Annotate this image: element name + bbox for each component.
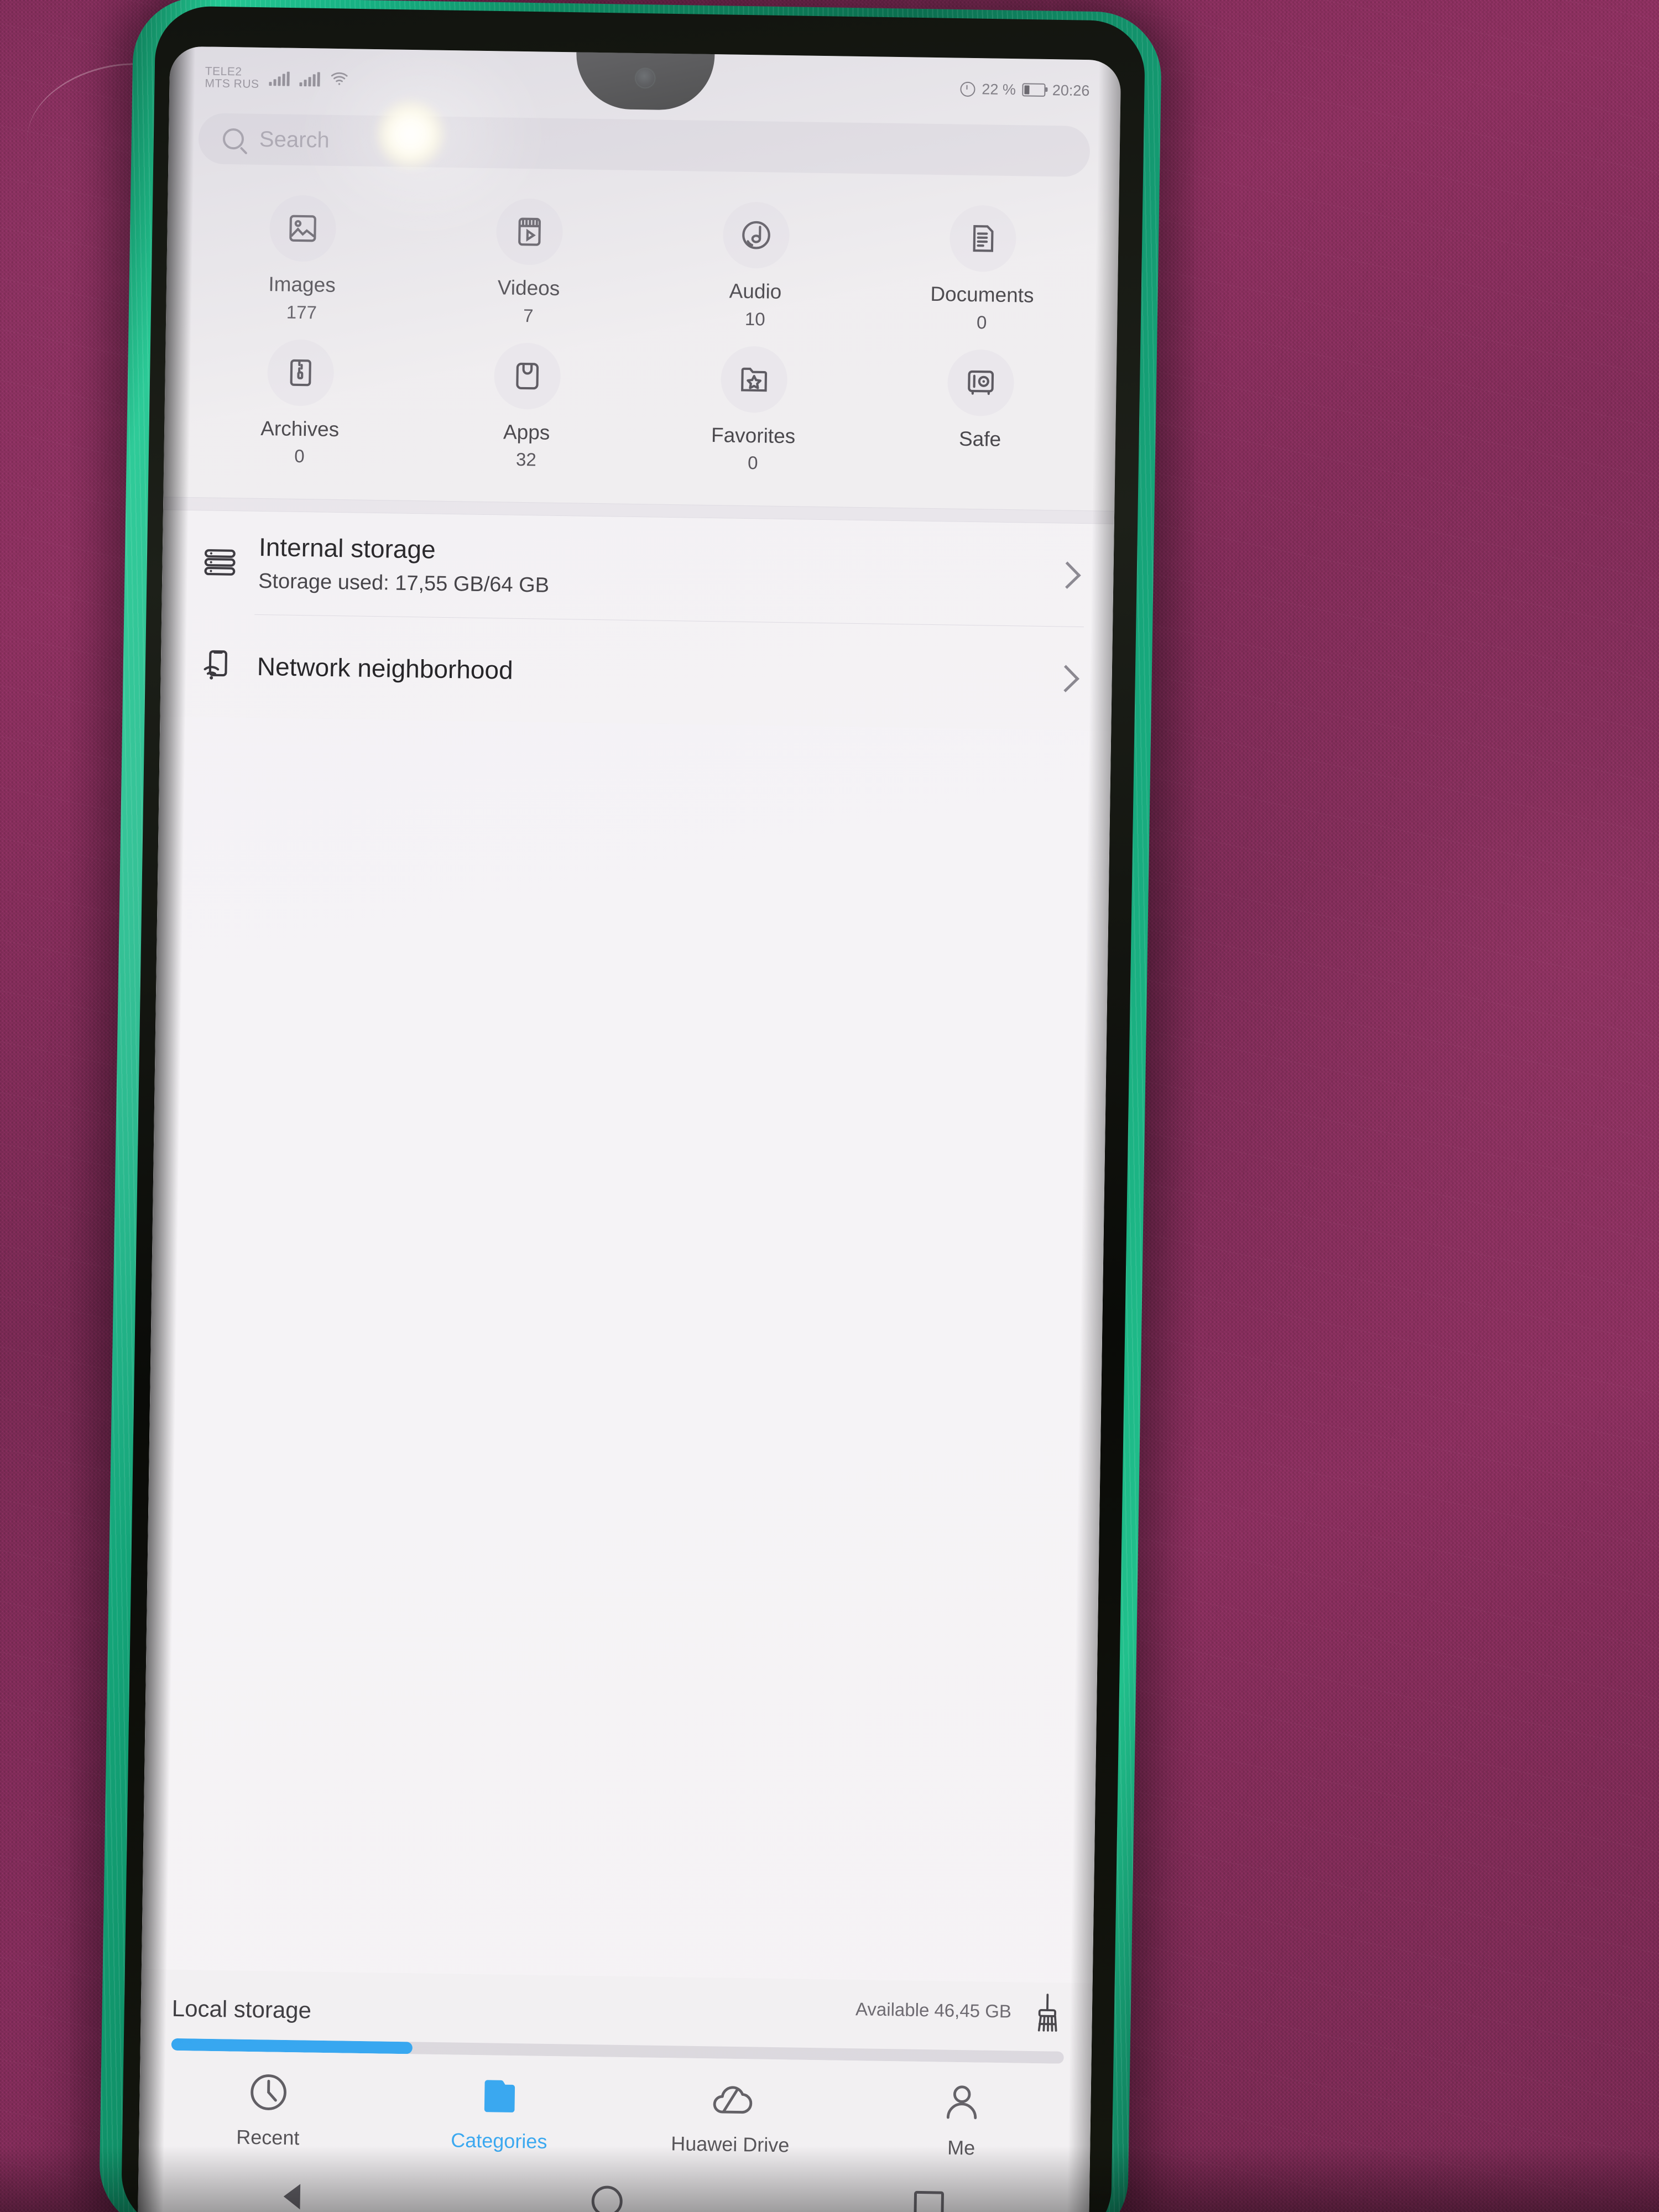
list-item-network-neighborhood[interactable]: Network neighborhood: [160, 614, 1113, 731]
storage-list: Internal storage Storage used: 17,55 GB/…: [160, 510, 1114, 731]
category-label: Images: [268, 273, 336, 296]
category-row-1: Images 177 Videos 7 Audio 10 Documents 0: [188, 194, 1097, 351]
status-bar-time: 20:26: [1052, 81, 1090, 99]
list-item-internal-storage[interactable]: Internal storage Storage used: 17,55 GB/…: [161, 510, 1114, 627]
category-apps[interactable]: Apps 32: [413, 341, 641, 489]
carrier-primary: TELE2: [205, 65, 242, 79]
battery-icon: [1022, 83, 1046, 97]
image-icon: [269, 195, 337, 262]
category-label: Videos: [497, 276, 560, 300]
category-audio[interactable]: Audio 10: [641, 200, 870, 348]
category-favorites[interactable]: Favorites 0: [639, 345, 868, 492]
empty-content-area: [141, 716, 1112, 1984]
home-circle-icon[interactable]: [591, 2185, 623, 2212]
category-count: 0: [294, 446, 305, 467]
category-row-2: Archives 0 Apps 32 Favorites 0 Safe: [186, 338, 1095, 495]
nav-tab-categories[interactable]: Categories: [383, 2073, 615, 2154]
list-item-text: Network neighborhood: [250, 652, 1056, 693]
broom-cleanup-icon[interactable]: [1030, 1992, 1065, 2035]
category-label: Archives: [260, 416, 340, 441]
search-icon: [222, 128, 244, 150]
bottom-navigation: Recent Categories Huawei Drive Me: [138, 2050, 1092, 2167]
list-item-title: Network neighborhood: [257, 651, 514, 685]
nav-tab-label: Categories: [451, 2128, 547, 2153]
category-label: Apps: [503, 420, 550, 444]
category-count: 177: [286, 301, 317, 323]
carrier-names: TELE2 MTS RUS: [205, 65, 259, 91]
list-item-subtitle: Storage used: 17,55 GB/64 GB: [258, 570, 550, 598]
status-bar-left: TELE2 MTS RUS: [205, 65, 349, 92]
category-count: 7: [523, 305, 534, 326]
apps-bag-icon: [493, 342, 561, 410]
local-storage-footer: Local storage Available 46,45 GB: [140, 1969, 1093, 2064]
cellular-signal-icon: [269, 71, 290, 86]
nav-tab-me[interactable]: Me: [846, 2079, 1078, 2161]
category-documents[interactable]: Documents 0: [868, 204, 1097, 351]
search-placeholder: Search: [259, 127, 330, 153]
category-label: Audio: [729, 279, 782, 303]
category-images[interactable]: Images 177: [188, 194, 417, 341]
category-count: 10: [744, 308, 765, 330]
category-count: 32: [515, 449, 537, 470]
nav-tab-label: Huawei Drive: [670, 2132, 790, 2157]
network-neighborhood-icon: [186, 647, 251, 685]
favorites-star-folder-icon: [720, 345, 788, 413]
wifi-icon: [330, 69, 349, 91]
nav-tab-recent[interactable]: Recent: [152, 2069, 384, 2151]
category-label: Documents: [930, 282, 1034, 307]
alarm-clock-icon: [960, 81, 975, 97]
cloud-drive-icon: [709, 2077, 753, 2121]
folder-icon: [478, 2074, 521, 2117]
phone-screen: TELE2 MTS RUS 22 % 20:26 Search Images 1…: [137, 46, 1121, 2212]
nav-tab-huawei-drive[interactable]: Huawei Drive: [614, 2076, 847, 2158]
carrier-secondary: MTS RUS: [205, 77, 259, 91]
category-count: 0: [747, 452, 758, 473]
local-storage-available: Available 46,45 GB: [855, 1999, 1012, 2022]
category-videos[interactable]: Videos 7: [415, 197, 644, 345]
category-grid: Images 177 Videos 7 Audio 10 Documents 0…: [163, 163, 1119, 511]
internal-storage-icon: [187, 544, 252, 581]
category-label: Favorites: [711, 423, 796, 447]
category-archives[interactable]: Archives 0: [186, 338, 415, 486]
list-item-title: Internal storage: [258, 533, 436, 565]
video-icon: [495, 198, 564, 266]
cellular-signal-icon-2: [299, 72, 320, 87]
archive-zip-icon: [267, 338, 335, 406]
category-safe[interactable]: Safe: [866, 348, 1095, 495]
category-count: 0: [976, 311, 987, 333]
nav-tab-label: Me: [947, 2136, 975, 2159]
recents-square-icon[interactable]: [913, 2190, 944, 2212]
audio-icon: [722, 201, 790, 269]
photo-scene: TELE2 MTS RUS 22 % 20:26 Search Images 1…: [0, 0, 1659, 2212]
nav-tab-label: Recent: [236, 2125, 300, 2150]
safe-vault-icon: [947, 349, 1015, 416]
list-item-text: Internal storage Storage used: 17,55 GB/…: [252, 533, 1058, 605]
document-icon: [949, 205, 1017, 273]
clock-icon: [247, 2070, 290, 2114]
local-storage-label: Local storage: [171, 1995, 312, 2023]
status-bar-right: 22 % 20:26: [960, 80, 1090, 99]
person-icon: [940, 2081, 984, 2125]
category-label: Safe: [958, 427, 1001, 451]
front-camera-icon: [635, 68, 655, 88]
battery-percent: 22 %: [982, 80, 1016, 98]
back-triangle-icon[interactable]: [283, 2183, 301, 2210]
